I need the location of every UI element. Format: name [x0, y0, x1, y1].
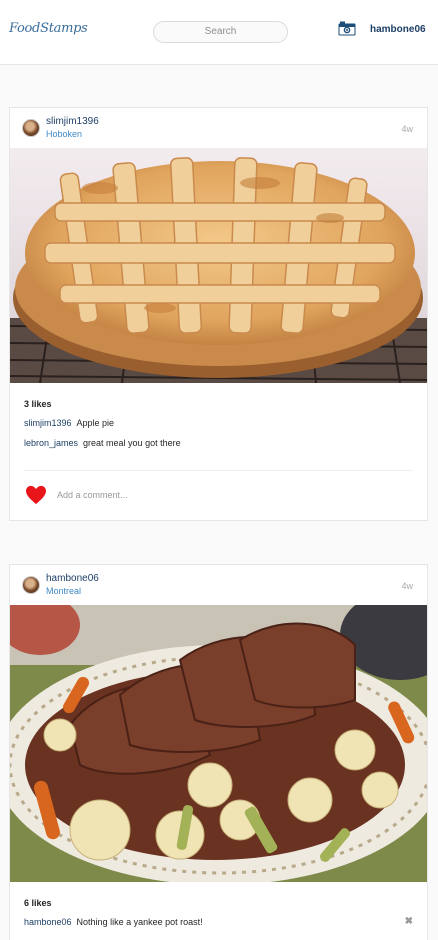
like-count: 3 likes: [24, 399, 52, 409]
post-timestamp: 4w: [401, 581, 413, 591]
comment: lebron_james great meal you got there: [24, 438, 181, 448]
avatar[interactable]: [22, 119, 40, 137]
divider: [24, 470, 413, 471]
comment: hambone06 Nothing like a yankee pot roast…: [24, 917, 203, 927]
comment-username[interactable]: hambone06: [24, 917, 72, 927]
top-bar: FoodStamps Search hambone06: [0, 0, 438, 65]
apple-pie-photo[interactable]: [10, 148, 427, 383]
heart-icon[interactable]: [25, 485, 47, 505]
app-logo[interactable]: FoodStamps: [9, 21, 88, 36]
pot-roast-photo[interactable]: [10, 605, 427, 882]
comment-text: great meal you got there: [83, 438, 181, 448]
camera-icon[interactable]: [338, 21, 356, 36]
comment-username[interactable]: slimjim1396: [24, 418, 72, 428]
post-header: slimjim1396 Hoboken 4w: [10, 108, 427, 148]
comment-input[interactable]: Add a comment...: [57, 490, 128, 500]
post-username[interactable]: slimjim1396: [46, 116, 99, 127]
post-header: hambone06 Montreal 4w: [10, 565, 427, 605]
comment-text: Nothing like a yankee pot roast!: [76, 917, 203, 927]
post-location[interactable]: Hoboken: [46, 129, 82, 139]
comment: slimjim1396 Apple pie: [24, 418, 114, 428]
comment-username[interactable]: lebron_james: [24, 438, 78, 448]
post-timestamp: 4w: [401, 124, 413, 134]
close-icon[interactable]: ✖: [405, 916, 413, 927]
comment-text: Apple pie: [76, 418, 115, 428]
search-input[interactable]: Search: [153, 21, 288, 43]
post-username[interactable]: hambone06: [46, 573, 99, 584]
like-count: 6 likes: [24, 898, 52, 908]
avatar[interactable]: [22, 576, 40, 594]
current-user-link[interactable]: hambone06: [370, 24, 426, 35]
post-card: slimjim1396 Hoboken 4w 3 likes slimjim13…: [9, 107, 428, 521]
post-location[interactable]: Montreal: [46, 586, 81, 596]
post-card: hambone06 Montreal 4w 6 likes hambone06 …: [9, 564, 428, 940]
